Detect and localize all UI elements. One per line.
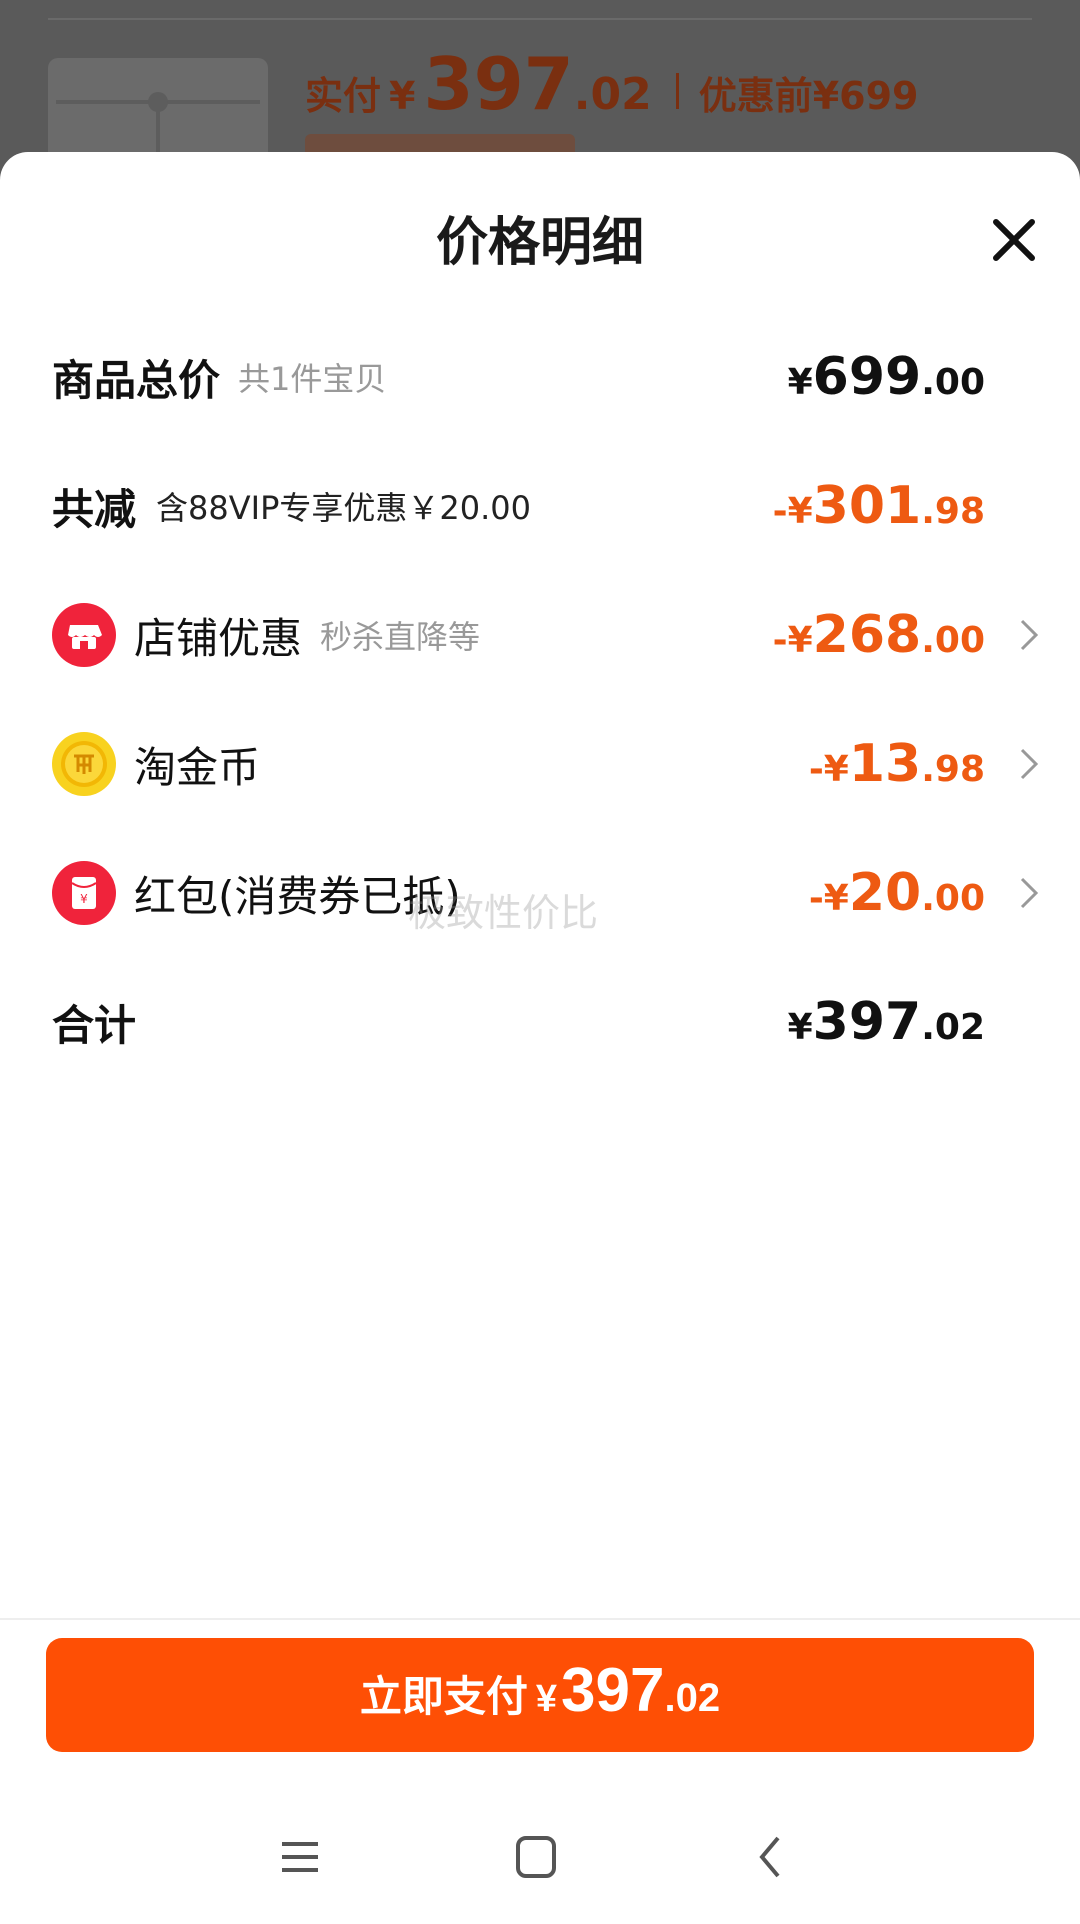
back-icon[interactable] bbox=[742, 1832, 802, 1882]
chevron-right-icon bbox=[1020, 748, 1039, 780]
currency-symbol: ¥ bbox=[389, 74, 416, 118]
subtotal-row: 商品总价 共1件宝贝 ¥699.00 bbox=[52, 337, 1040, 417]
price-separator bbox=[675, 73, 679, 109]
pay-now-button[interactable]: 立即支付 ¥ 397 .02 bbox=[46, 1638, 1034, 1752]
menu-icon[interactable] bbox=[270, 1832, 330, 1882]
total-amount: ¥397.02 bbox=[787, 992, 985, 1052]
system-navbar bbox=[0, 1810, 1080, 1900]
total-label: 合计 bbox=[52, 1000, 137, 1050]
close-icon[interactable] bbox=[988, 214, 1040, 266]
chevron-right-icon bbox=[1020, 619, 1039, 651]
total-discount-row: 共减 含88VIP专享优惠￥20.00 -¥ 301.98 bbox=[52, 466, 1040, 546]
home-icon[interactable] bbox=[506, 1832, 566, 1882]
footer-divider bbox=[0, 1618, 1080, 1620]
price-decimal: .02 bbox=[573, 69, 652, 120]
shop-discount-label: 店铺优惠 bbox=[134, 613, 303, 663]
original-price: 优惠前¥699 bbox=[698, 74, 919, 118]
sheet-title: 价格明细 bbox=[435, 213, 644, 273]
chevron-right-icon bbox=[1020, 877, 1039, 909]
vip-discount-note: 含88VIP专享优惠￥20.00 bbox=[156, 489, 531, 527]
subtotal-amount: ¥699.00 bbox=[787, 347, 985, 407]
pay-label: 实付 bbox=[305, 74, 382, 118]
shop-discount-amount: -¥ 268.00 bbox=[772, 605, 985, 665]
pay-button-int: 397 bbox=[561, 1656, 665, 1725]
total-discount-label: 共减 bbox=[52, 484, 137, 534]
red-packet-amount: -¥ 20.00 bbox=[808, 863, 985, 923]
coins-row[interactable]: 淘金币 -¥ 13.98 bbox=[52, 724, 1040, 804]
total-row: 合计 ¥397.02 bbox=[52, 982, 1040, 1062]
total-discount-amount: -¥ 301.98 bbox=[772, 476, 985, 536]
svg-text:¥: ¥ bbox=[80, 892, 88, 906]
pay-button-currency: ¥ bbox=[535, 1678, 558, 1720]
shop-discount-desc: 秒杀直降等 bbox=[320, 618, 481, 656]
shop-icon bbox=[52, 603, 116, 667]
pay-button-label: 立即支付 bbox=[359, 1673, 528, 1720]
coins-amount: -¥ 13.98 bbox=[808, 734, 985, 794]
subtotal-count: 共1件宝贝 bbox=[238, 360, 387, 398]
subtotal-label: 商品总价 bbox=[52, 355, 221, 405]
divider bbox=[48, 18, 1032, 20]
shop-discount-row[interactable]: 店铺优惠 秒杀直降等 -¥ 268.00 bbox=[52, 595, 1040, 675]
red-packet-icon: ¥ bbox=[52, 861, 116, 925]
coins-label: 淘金币 bbox=[134, 742, 261, 792]
background-price: 实付 ¥ 397 .02 优惠前¥699 bbox=[305, 48, 918, 120]
pay-button-dec: .02 bbox=[664, 1676, 721, 1720]
watermark: 极致性价比 bbox=[408, 891, 599, 935]
coin-icon bbox=[52, 732, 116, 796]
price-integer: 397 bbox=[423, 42, 574, 126]
